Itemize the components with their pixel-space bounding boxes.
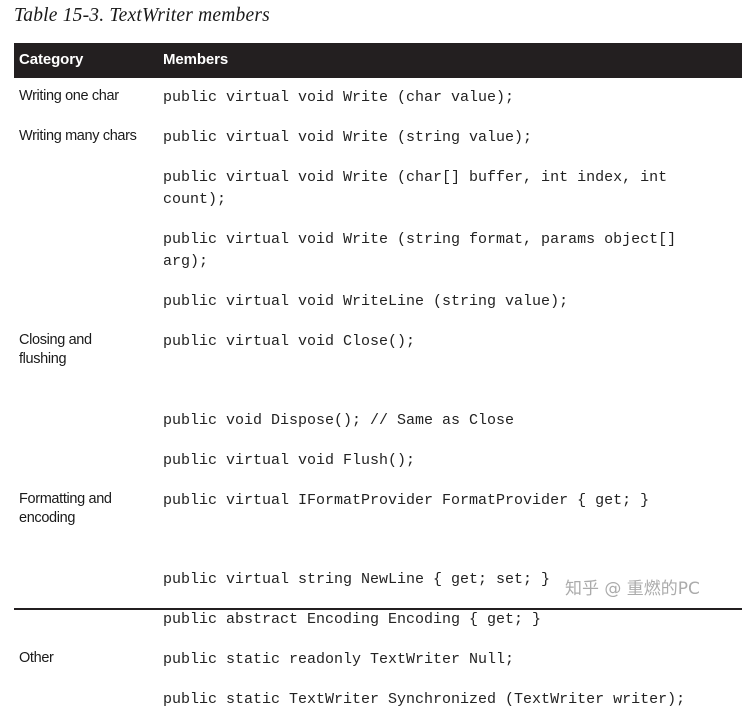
table-caption: Table 15-3. TextWriter members (14, 5, 270, 26)
table-row: public virtual void Write (char[] buffer… (14, 158, 742, 220)
cell-members: public virtual void Write (char[] buffer… (163, 158, 742, 220)
cell-members: public void Dispose(); // Same as Close (163, 401, 742, 441)
table-row: Writing many chars public virtual void Wr… (14, 118, 742, 158)
table-body: Writing one char public virtual void Writ… (14, 78, 742, 721)
cell-category: Other (14, 640, 163, 680)
cell-category: Formatting and encoding (14, 481, 163, 560)
cell-members: public virtual void Write (string format… (163, 220, 742, 282)
cell-members: public virtual string NewLine { get; set… (163, 560, 742, 600)
cell-category (14, 282, 163, 322)
column-header-category: Category (19, 51, 84, 68)
table-row: public void Dispose(); // Same as Close (14, 401, 742, 441)
cell-members: public virtual void WriteLine (string va… (163, 282, 742, 322)
table-row: public static TextWriter Synchronized (T… (14, 680, 742, 721)
cell-category (14, 441, 163, 481)
cell-members: public virtual void Write (char value); (163, 78, 742, 118)
table-row: public abstract Encoding Encoding { get;… (14, 600, 742, 640)
table-row: public virtual void Flush(); (14, 441, 742, 481)
cell-category (14, 680, 163, 721)
cell-members: public virtual void Close(); (163, 322, 742, 401)
table-row: public virtual void WriteLine (string va… (14, 282, 742, 322)
cell-category: Writing many chars (14, 118, 163, 158)
table-header-row: Category Members (14, 43, 742, 78)
cell-category (14, 401, 163, 441)
table-row: Closing and flushing public virtual void … (14, 322, 742, 401)
table-bottom-rule (14, 608, 742, 610)
table-header: Category Members (14, 43, 742, 78)
table-row: public virtual string NewLine { get; set… (14, 560, 742, 600)
textwriter-members-table: Category Members Writing one char public … (14, 43, 742, 721)
cell-members: public virtual IFormatProvider FormatPro… (163, 481, 742, 560)
cell-category (14, 600, 163, 640)
members-table-container: Category Members Writing one char public … (14, 43, 742, 721)
cell-category (14, 158, 163, 220)
cell-members: public static readonly TextWriter Null; (163, 640, 742, 680)
cell-category: Closing and flushing (14, 322, 163, 401)
column-header-members: Members (163, 51, 229, 68)
cell-members: public virtual void Write (string value)… (163, 118, 742, 158)
table-row: Other public static readonly TextWriter N… (14, 640, 742, 680)
cell-category (14, 220, 163, 282)
cell-members: public static TextWriter Synchronized (T… (163, 680, 742, 721)
cell-members: public virtual void Flush(); (163, 441, 742, 481)
table-row: Formatting and encoding public virtual IF… (14, 481, 742, 560)
cell-category (14, 560, 163, 600)
table-row: Writing one char public virtual void Writ… (14, 78, 742, 118)
table-row: public virtual void Write (string format… (14, 220, 742, 282)
cell-members: public abstract Encoding Encoding { get;… (163, 600, 742, 640)
cell-category: Writing one char (14, 78, 163, 118)
